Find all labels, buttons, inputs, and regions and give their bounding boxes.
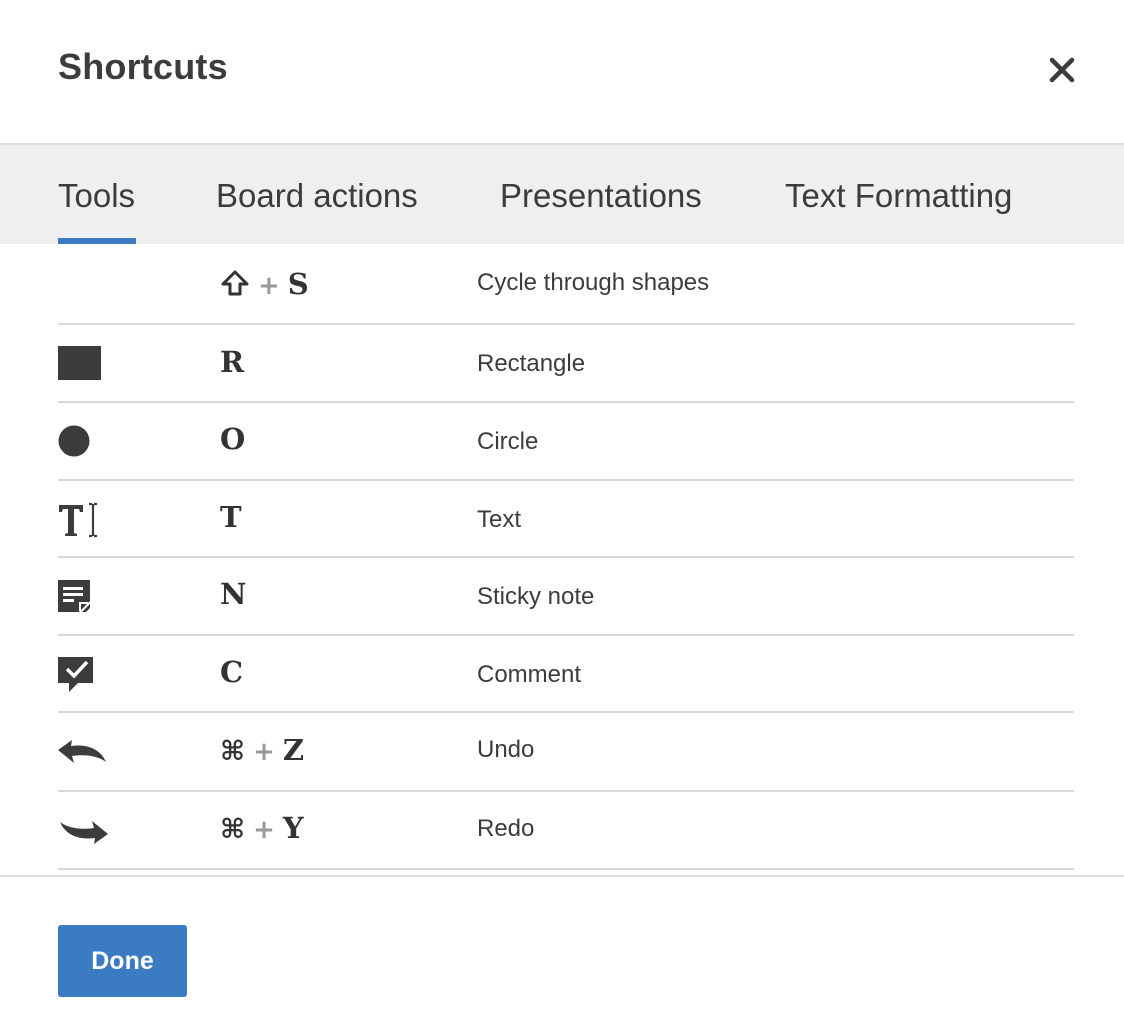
done-button[interactable]: Done bbox=[58, 925, 187, 997]
shortcut-key: Z bbox=[282, 733, 305, 767]
close-icon bbox=[1049, 57, 1075, 83]
shortcut-key: C bbox=[220, 655, 244, 689]
footer-divider bbox=[0, 875, 1124, 877]
shortcut-description: Text bbox=[477, 506, 522, 533]
shortcut-key: Y bbox=[282, 811, 304, 845]
shortcut-key: R bbox=[220, 345, 245, 379]
shortcut-keys: C bbox=[220, 655, 243, 689]
shift-icon bbox=[221, 270, 249, 296]
shortcut-key: S bbox=[287, 267, 309, 301]
shortcut-description: Rectangle bbox=[477, 350, 586, 377]
shortcut-row: ⌘ + Y Redo bbox=[58, 792, 1074, 870]
shortcut-key: N bbox=[220, 577, 247, 611]
shortcut-row: + S Cycle through shapes bbox=[58, 245, 1074, 325]
shortcut-key: O bbox=[220, 422, 246, 456]
shortcut-keys: R bbox=[220, 345, 244, 379]
command-key: ⌘ bbox=[220, 736, 246, 767]
command-key: ⌘ bbox=[220, 814, 246, 845]
shortcut-description: Undo bbox=[477, 736, 535, 763]
dialog-title: Shortcuts bbox=[58, 46, 228, 87]
shortcut-description: Cycle through shapes bbox=[477, 269, 710, 296]
shortcut-row: N Sticky note bbox=[58, 558, 1074, 636]
redo-icon bbox=[60, 821, 108, 844]
shortcut-keys: ⌘ + Z bbox=[220, 733, 304, 767]
plus-symbol: + bbox=[253, 815, 275, 845]
plus-symbol: + bbox=[253, 737, 275, 767]
shortcut-key: T bbox=[220, 500, 242, 534]
undo-icon bbox=[58, 740, 106, 763]
tab-bar: Tools Board actions Presentations Text F… bbox=[0, 143, 1124, 244]
tab-presentations[interactable]: Presentations bbox=[500, 177, 702, 215]
shortcut-keys: N bbox=[220, 577, 247, 611]
shortcut-row: T Text bbox=[58, 481, 1074, 558]
circle-icon bbox=[58, 425, 90, 457]
sticky-note-icon bbox=[58, 580, 90, 612]
close-button[interactable] bbox=[1046, 54, 1078, 86]
dialog-header: Shortcuts bbox=[0, 0, 1124, 143]
tab-text-formatting[interactable]: Text Formatting bbox=[785, 177, 1012, 215]
shortcut-row: R Rectangle bbox=[58, 325, 1074, 403]
text-icon bbox=[59, 502, 97, 538]
shortcut-description: Comment bbox=[477, 661, 582, 688]
shortcut-row: ⌘ + Z Undo bbox=[58, 713, 1074, 792]
shortcut-keys: + S bbox=[220, 267, 309, 301]
plus-symbol: + bbox=[258, 271, 280, 301]
shortcut-description: Circle bbox=[477, 428, 539, 455]
tab-board-actions[interactable]: Board actions bbox=[216, 177, 418, 215]
shortcut-keys: ⌘ + Y bbox=[220, 811, 304, 845]
shortcut-row: C Comment bbox=[58, 636, 1074, 713]
shortcut-row: O Circle bbox=[58, 403, 1074, 481]
comment-icon bbox=[58, 657, 93, 692]
shortcut-description: Sticky note bbox=[477, 583, 595, 610]
active-tab-indicator bbox=[58, 238, 136, 244]
tab-tools[interactable]: Tools bbox=[58, 177, 135, 215]
shortcut-description: Redo bbox=[477, 815, 535, 842]
shortcut-keys: T bbox=[220, 500, 242, 534]
shortcut-keys: O bbox=[220, 422, 245, 456]
rectangle-icon bbox=[58, 346, 101, 380]
shortcut-list: + S Cycle through shapes R Rectangle O Ci… bbox=[58, 245, 1074, 870]
